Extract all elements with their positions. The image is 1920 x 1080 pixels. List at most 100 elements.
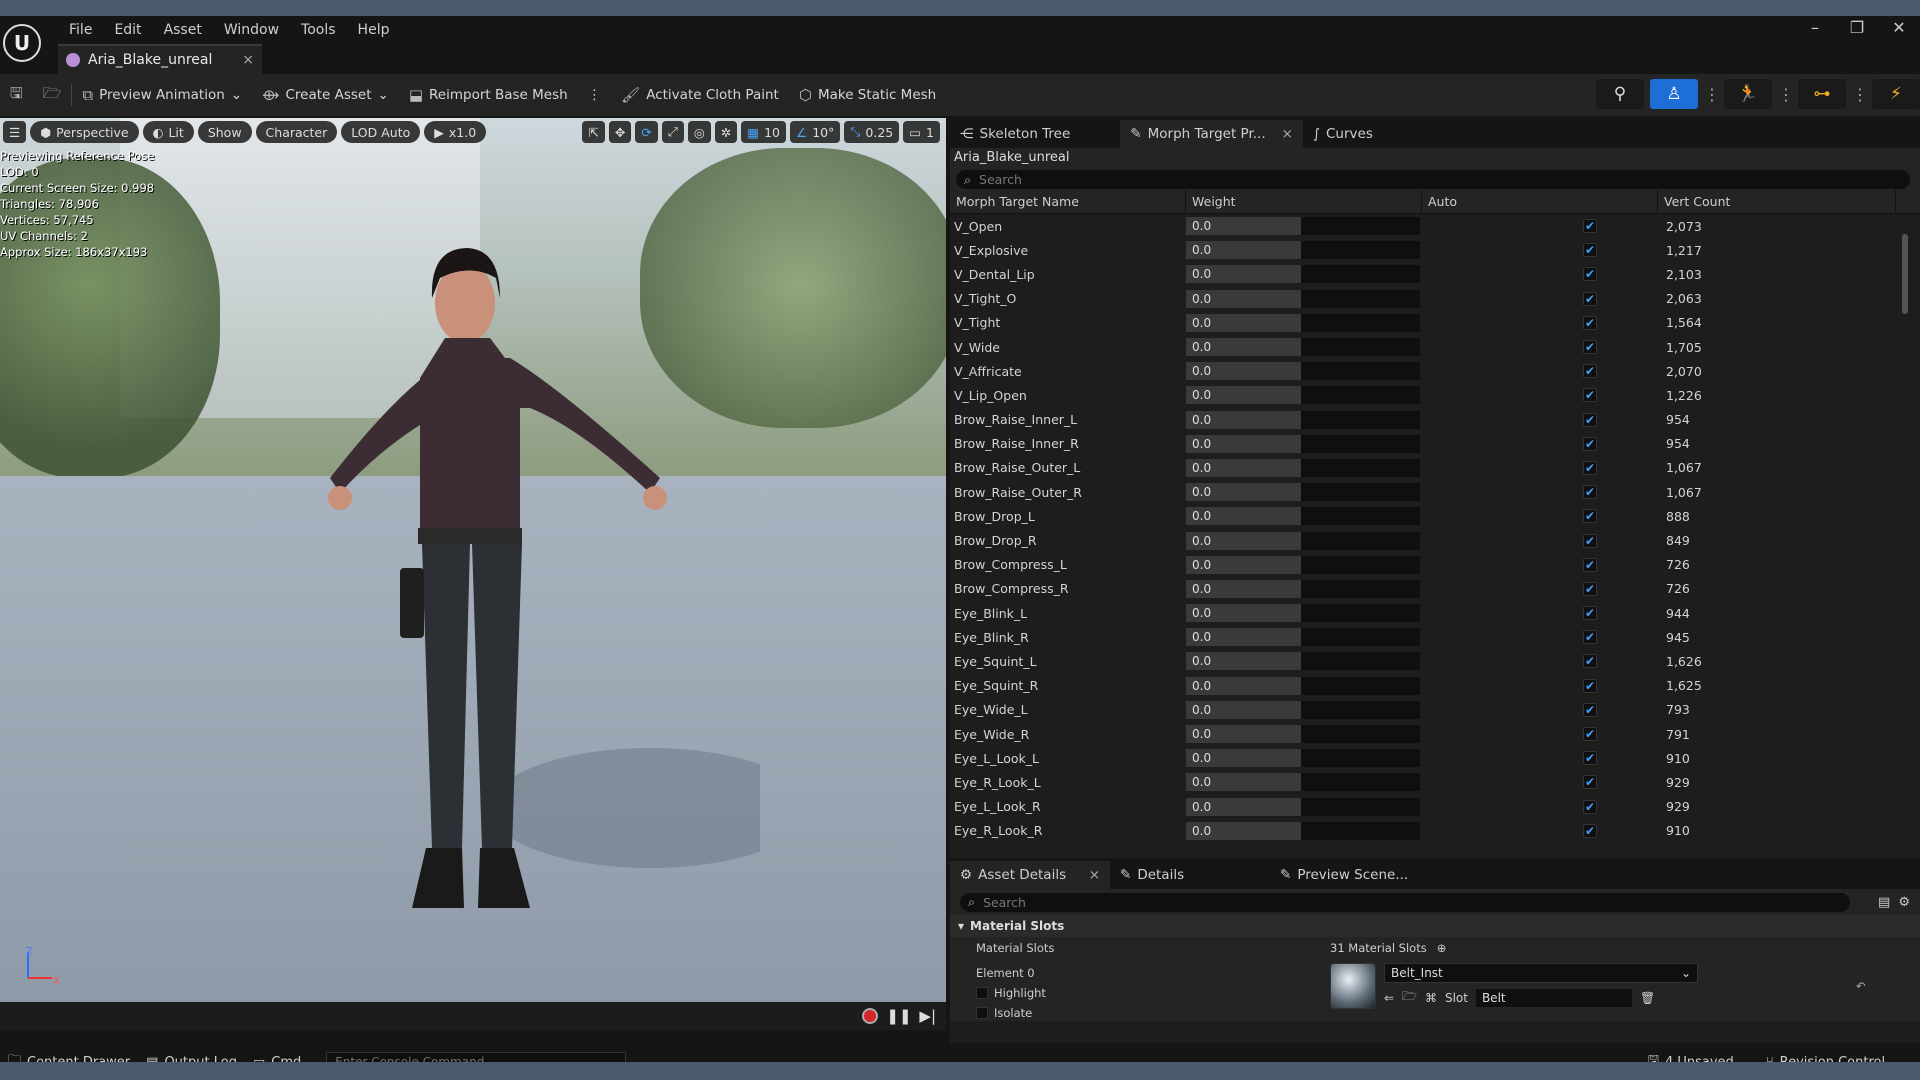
reset-to-default-icon[interactable]: ↶ — [1856, 979, 1866, 1021]
physics-mode-button[interactable]: ⚡ — [1872, 79, 1920, 109]
column-auto[interactable]: Auto — [1422, 189, 1658, 214]
create-asset-button[interactable]: ⟴ Create Asset ⌄ — [252, 79, 399, 111]
menu-window[interactable]: Window — [213, 20, 290, 40]
tab-curves[interactable]: ∫ Curves — [1303, 120, 1383, 148]
auto-checkbox[interactable]: ✔ — [1583, 751, 1597, 766]
weight-slider[interactable]: 0.0 — [1186, 531, 1420, 550]
weight-slider[interactable]: 0.0 — [1186, 458, 1420, 477]
table-row[interactable]: Eye_L_Look_R 0.0 ✔ 929 — [950, 795, 1920, 819]
auto-checkbox[interactable]: ✔ — [1583, 799, 1597, 814]
trash-icon[interactable]: 🗑 — [1640, 991, 1655, 1005]
table-row[interactable]: Brow_Raise_Outer_R 0.0 ✔ 1,067 — [950, 480, 1920, 504]
column-morph-target-name[interactable]: Morph Target Name — [950, 189, 1186, 214]
weight-slider[interactable]: 0.0 — [1186, 362, 1420, 381]
preview-viewport[interactable]: ☰ ⬢ Perspective ◐ Lit Show Character LOD A… — [0, 118, 946, 1002]
auto-checkbox[interactable]: ✔ — [1583, 509, 1597, 524]
table-row[interactable]: V_Lip_Open 0.0 ✔ 1,226 — [950, 383, 1920, 407]
mesh-mode-kebab[interactable]: ⋮ — [1704, 85, 1720, 104]
weight-slider[interactable]: 0.0 — [1186, 265, 1420, 284]
browse-button[interactable]: 🗁 — [33, 79, 72, 111]
weight-slider[interactable]: 0.0 — [1186, 725, 1420, 744]
auto-checkbox[interactable]: ✔ — [1583, 291, 1597, 306]
tab-close-icon[interactable]: × — [1089, 867, 1100, 883]
auto-checkbox[interactable]: ✔ — [1583, 702, 1597, 717]
auto-checkbox[interactable]: ✔ — [1583, 606, 1597, 621]
weight-slider[interactable]: 0.0 — [1186, 628, 1420, 647]
auto-checkbox[interactable]: ✔ — [1583, 581, 1597, 596]
reset-icon[interactable]: ⌘ — [1425, 991, 1437, 1005]
grid-snap-button[interactable]: ▦ 10 — [741, 121, 786, 143]
table-row[interactable]: V_Open 0.0 ✔ 2,073 — [950, 214, 1920, 238]
auto-checkbox[interactable]: ✔ — [1583, 364, 1597, 379]
auto-checkbox[interactable]: ✔ — [1583, 630, 1597, 645]
weight-slider[interactable]: 0.0 — [1186, 652, 1420, 671]
table-row[interactable]: V_Affricate 0.0 ✔ 2,070 — [950, 359, 1920, 383]
weight-slider[interactable]: 0.0 — [1186, 434, 1420, 453]
world-local-button[interactable]: ◎ — [687, 121, 711, 143]
table-view-icon[interactable]: ▤ — [1878, 895, 1890, 910]
auto-checkbox[interactable]: ✔ — [1583, 219, 1597, 234]
auto-checkbox[interactable]: ✔ — [1583, 823, 1597, 838]
use-selected-icon[interactable]: ⇐ — [1384, 991, 1394, 1005]
details-search-input[interactable]: ⌕ Search — [960, 892, 1850, 912]
translate-tool-button[interactable]: ✥ — [608, 121, 632, 143]
auto-checkbox[interactable]: ✔ — [1583, 654, 1597, 669]
tab-preview-scene[interactable]: ✎ Preview Scene... — [1270, 861, 1470, 889]
auto-checkbox[interactable]: ✔ — [1583, 727, 1597, 742]
weight-slider[interactable]: 0.0 — [1186, 217, 1420, 236]
menu-file[interactable]: File — [58, 20, 103, 40]
weight-slider[interactable]: 0.0 — [1186, 289, 1420, 308]
table-row[interactable]: Eye_Blink_L 0.0 ✔ 944 — [950, 601, 1920, 625]
highlight-option[interactable]: Highlight — [976, 983, 1330, 1003]
weight-slider[interactable]: 0.0 — [1186, 555, 1420, 574]
morph-search-input[interactable]: ⌕ Search — [956, 170, 1910, 189]
character-mesh[interactable] — [200, 208, 760, 928]
weight-slider[interactable]: 0.0 — [1186, 313, 1420, 332]
gear-icon[interactable]: ⚙ — [1898, 895, 1910, 910]
weight-slider[interactable]: 0.0 — [1186, 338, 1420, 357]
record-button[interactable] — [862, 1008, 879, 1024]
table-row[interactable]: Eye_Blink_R 0.0 ✔ 945 — [950, 625, 1920, 649]
animation-mode-button[interactable]: 🏃 — [1724, 79, 1772, 109]
weight-slider[interactable]: 0.0 — [1186, 507, 1420, 526]
table-row[interactable]: Brow_Compress_R 0.0 ✔ 726 — [950, 577, 1920, 601]
table-row[interactable]: Eye_R_Look_L 0.0 ✔ 929 — [950, 770, 1920, 794]
save-button[interactable]: 🖫 — [0, 79, 33, 111]
table-row[interactable]: Eye_Wide_R 0.0 ✔ 791 — [950, 722, 1920, 746]
pause-icon[interactable]: ❚❚ — [886, 1007, 911, 1025]
browse-icon[interactable]: 🗁 — [1402, 987, 1417, 1008]
playback-speed-button[interactable]: ▶ x1.0 — [424, 121, 487, 143]
table-row[interactable]: Brow_Raise_Inner_R 0.0 ✔ 954 — [950, 432, 1920, 456]
auto-checkbox[interactable]: ✔ — [1583, 243, 1597, 258]
table-row[interactable]: Brow_Drop_R 0.0 ✔ 849 — [950, 528, 1920, 552]
tab-asset-details[interactable]: ⚙ Asset Details × — [950, 861, 1110, 889]
mesh-mode-button[interactable]: ♙ — [1650, 79, 1698, 109]
document-tab[interactable]: Aria_Blake_unreal × — [58, 44, 262, 74]
material-thumbnail[interactable] — [1330, 963, 1376, 1009]
reimport-base-mesh-button[interactable]: ⬓ Reimport Base Mesh — [399, 79, 578, 111]
auto-checkbox[interactable]: ✔ — [1583, 340, 1597, 355]
auto-checkbox[interactable]: ✔ — [1583, 267, 1597, 282]
weight-slider[interactable]: 0.0 — [1186, 773, 1420, 792]
animation-mode-kebab[interactable]: ⋮ — [1778, 85, 1794, 104]
weight-slider[interactable]: 0.0 — [1186, 604, 1420, 623]
table-row[interactable]: Eye_R_Look_R 0.0 ✔ 910 — [950, 819, 1920, 843]
highlight-checkbox[interactable] — [976, 987, 988, 999]
table-row[interactable]: Brow_Drop_L 0.0 ✔ 888 — [950, 504, 1920, 528]
weight-slider[interactable]: 0.0 — [1186, 797, 1420, 816]
weight-slider[interactable]: 0.0 — [1186, 579, 1420, 598]
rotation-snap-button[interactable]: ∠ 10° — [790, 121, 841, 143]
table-row[interactable]: V_Dental_Lip 0.0 ✔ 2,103 — [950, 262, 1920, 286]
auto-checkbox[interactable]: ✔ — [1583, 388, 1597, 403]
weight-slider[interactable]: 0.0 — [1186, 410, 1420, 429]
table-row[interactable]: Eye_Squint_L 0.0 ✔ 1,626 — [950, 649, 1920, 673]
auto-checkbox[interactable]: ✔ — [1583, 533, 1597, 548]
step-forward-icon[interactable]: ▶| — [919, 1007, 936, 1025]
morph-table-scrollbar[interactable] — [1902, 234, 1908, 314]
character-button[interactable]: Character — [255, 121, 338, 143]
auto-checkbox[interactable]: ✔ — [1583, 460, 1597, 475]
viewport-options-button[interactable]: ☰ — [3, 121, 27, 143]
minimize-button[interactable]: – — [1794, 18, 1836, 37]
blueprint-mode-kebab[interactable]: ⋮ — [1852, 85, 1868, 104]
table-row[interactable]: Brow_Compress_L 0.0 ✔ 726 — [950, 553, 1920, 577]
